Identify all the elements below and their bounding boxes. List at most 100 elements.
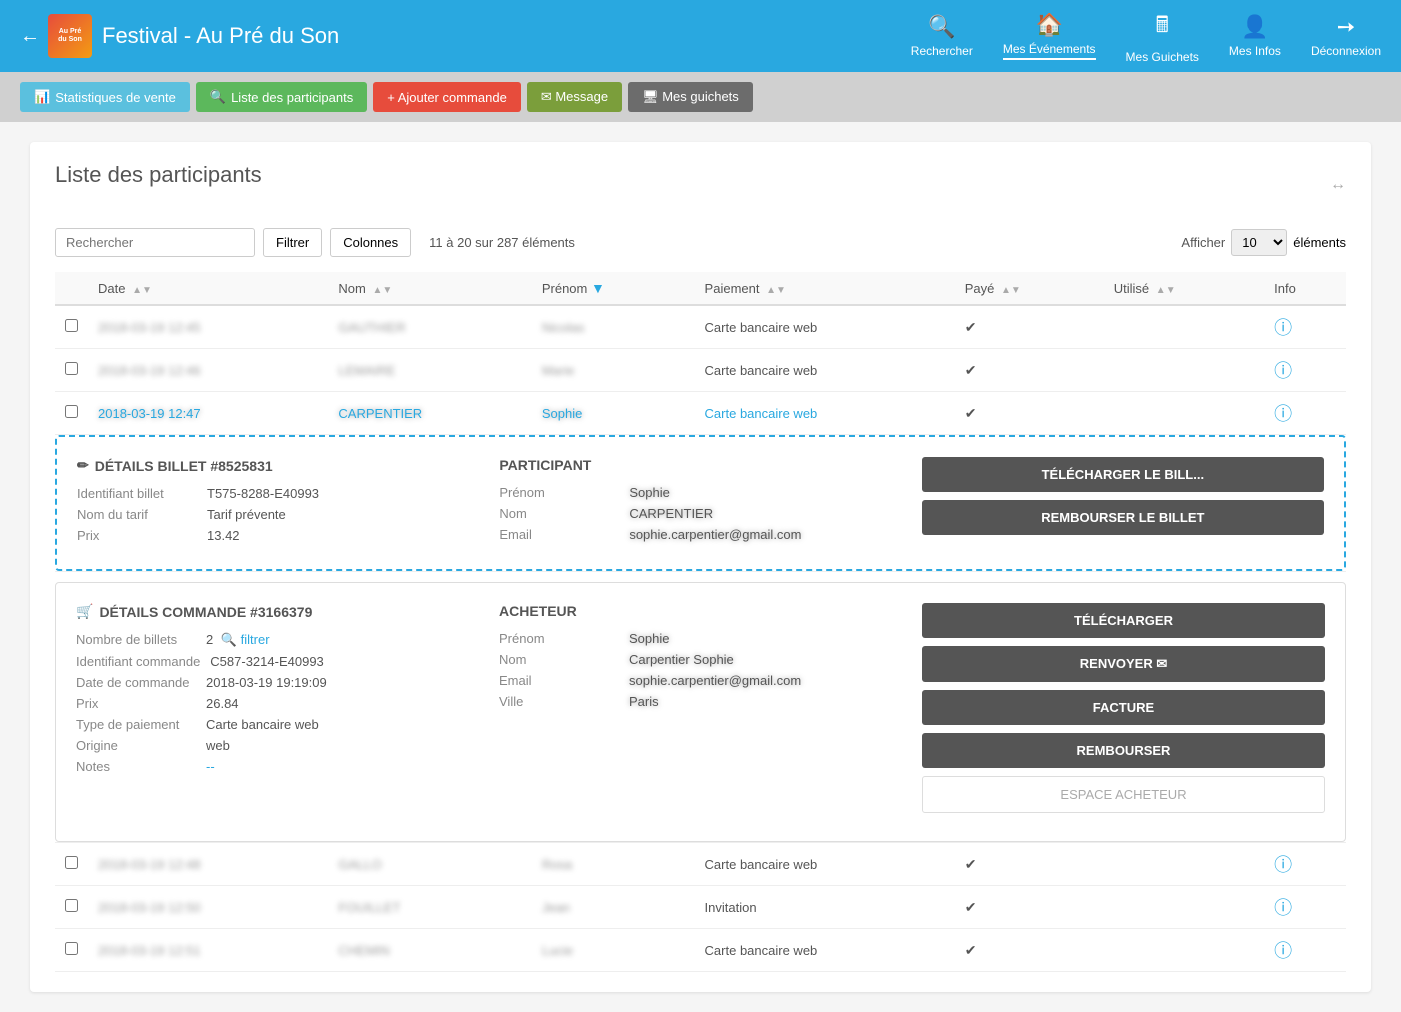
col-prenom[interactable]: Prénom ▼ bbox=[532, 272, 695, 305]
row-paiement: Carte bancaire web bbox=[695, 349, 955, 392]
espace-acheteur-button[interactable]: ESPACE ACHETEUR bbox=[922, 776, 1325, 813]
detail-commande-nbillets: Nombre de billets 2 🔍 filtrer bbox=[76, 632, 479, 648]
detail-billet-buttons-col: TÉLÉCHARGER LE BILL... REMBOURSER LE BIL… bbox=[922, 457, 1324, 549]
display-controls: Afficher 5 10 25 50 100 éléments bbox=[1181, 229, 1346, 256]
nav-rechercher[interactable]: 🔍 Rechercher bbox=[911, 14, 973, 58]
row-utilise bbox=[1104, 843, 1264, 886]
row-paiement[interactable]: Carte bancaire web bbox=[695, 392, 955, 435]
nav-mes-evenements[interactable]: 🏠 Mes Événements bbox=[1003, 12, 1096, 60]
row-nom: GAUTHIER bbox=[328, 305, 531, 349]
display-select[interactable]: 5 10 25 50 100 bbox=[1231, 229, 1287, 256]
row-info[interactable]: ⓘ bbox=[1264, 305, 1346, 349]
info-icon[interactable]: ⓘ bbox=[1274, 318, 1292, 338]
row-checkbox[interactable] bbox=[65, 362, 78, 375]
row-checkbox-cell[interactable] bbox=[55, 392, 88, 435]
sort-prenom-icon[interactable]: ▼ bbox=[591, 280, 605, 296]
detail-commande-date: Date de commande 2018-03-19 19:19:09 bbox=[76, 675, 479, 690]
nav-mes-infos-label: Mes Infos bbox=[1229, 44, 1281, 58]
sort-nom-icon[interactable]: ▲▼ bbox=[372, 285, 392, 296]
main-content: Liste des participants ↔ Filtrer Colonne… bbox=[0, 122, 1401, 1012]
back-button[interactable]: ← bbox=[20, 25, 40, 48]
detail-commande-row: 🛒 DÉTAILS COMMANDE #3166379 Nombre de bi… bbox=[55, 572, 1346, 843]
row-utilise bbox=[1104, 305, 1264, 349]
telecharger-button[interactable]: TÉLÉCHARGER bbox=[922, 603, 1325, 638]
rembourser-billet-button[interactable]: REMBOURSER LE BILLET bbox=[922, 500, 1324, 535]
guichets-button[interactable]: 🖥 Mes guichets bbox=[628, 82, 753, 112]
row-checkbox[interactable] bbox=[65, 856, 78, 869]
row-checkbox-cell[interactable] bbox=[55, 349, 88, 392]
row-checkbox-cell[interactable] bbox=[55, 843, 88, 886]
row-checkbox-cell[interactable] bbox=[55, 929, 88, 972]
user-icon: 👤 bbox=[1241, 14, 1268, 40]
detail-billet-panel: ✏ DÉTAILS BILLET #8525831 Identifiant bi… bbox=[55, 435, 1346, 571]
participants-table: Date ▲▼ Nom ▲▼ Prénom ▼ Paiement ▲▼ bbox=[55, 272, 1346, 972]
row-info[interactable]: ⓘ bbox=[1264, 886, 1346, 929]
info-icon[interactable]: ⓘ bbox=[1274, 898, 1292, 918]
detail-commande-prix: Prix 26.84 bbox=[76, 696, 479, 711]
action-bar: 📊 Statistiques de vente 🔍 Liste des part… bbox=[0, 72, 1401, 122]
expand-icon[interactable]: ↔ bbox=[1330, 176, 1346, 194]
col-utilise[interactable]: Utilisé ▲▼ bbox=[1104, 272, 1264, 305]
row-date: 2018-03-19 12:50 bbox=[88, 886, 328, 929]
col-nom[interactable]: Nom ▲▼ bbox=[328, 272, 531, 305]
detail-field-email: Email sophie.carpentier@gmail.com bbox=[499, 527, 901, 542]
stats-button[interactable]: 📊 Statistiques de vente bbox=[20, 82, 190, 112]
nav-mes-infos[interactable]: 👤 Mes Infos bbox=[1229, 14, 1281, 58]
row-info[interactable]: ⓘ bbox=[1264, 392, 1346, 435]
telecharger-billet-button[interactable]: TÉLÉCHARGER LE BILL... bbox=[922, 457, 1324, 492]
row-checkbox[interactable] bbox=[65, 899, 78, 912]
notes-link[interactable]: -- bbox=[206, 759, 215, 774]
logout-icon: ➙ bbox=[1337, 14, 1355, 40]
rembourser-button[interactable]: REMBOURSER bbox=[922, 733, 1325, 768]
detail-field-prenom: Prénom Sophie bbox=[499, 485, 901, 500]
sort-utilise-icon[interactable]: ▲▼ bbox=[1156, 285, 1176, 296]
detail-field-prix: Prix 13.42 bbox=[77, 528, 479, 543]
row-checkbox[interactable] bbox=[65, 319, 78, 332]
sort-paye-icon[interactable]: ▲▼ bbox=[1001, 285, 1021, 296]
nav-mes-guichets[interactable]: 🖩 Mes Guichets bbox=[1126, 8, 1199, 64]
guichets-icon: 🖩 bbox=[1156, 8, 1169, 46]
row-info[interactable]: ⓘ bbox=[1264, 843, 1346, 886]
row-nom: LEMAIRE bbox=[328, 349, 531, 392]
row-checkbox-cell[interactable] bbox=[55, 305, 88, 349]
row-info[interactable]: ⓘ bbox=[1264, 349, 1346, 392]
participants-button[interactable]: 🔍 Liste des participants bbox=[196, 82, 367, 112]
info-icon[interactable]: ⓘ bbox=[1274, 361, 1292, 381]
sort-date-icon[interactable]: ▲▼ bbox=[132, 285, 152, 296]
display-label: Afficher bbox=[1181, 235, 1225, 250]
row-checkbox[interactable] bbox=[65, 942, 78, 955]
info-icon[interactable]: ⓘ bbox=[1274, 941, 1292, 961]
facture-button[interactable]: FACTURE bbox=[922, 690, 1325, 725]
col-paye[interactable]: Payé ▲▼ bbox=[955, 272, 1104, 305]
col-date[interactable]: Date ▲▼ bbox=[88, 272, 328, 305]
filter-link[interactable]: filtrer bbox=[241, 632, 270, 647]
sort-paiement-icon[interactable]: ▲▼ bbox=[766, 285, 786, 296]
add-order-button[interactable]: + Ajouter commande bbox=[373, 82, 521, 112]
filter-button[interactable]: Filtrer bbox=[263, 228, 322, 257]
message-button[interactable]: ✉ Message bbox=[527, 82, 622, 112]
col-paiement[interactable]: Paiement ▲▼ bbox=[695, 272, 955, 305]
info-icon[interactable]: ⓘ bbox=[1274, 855, 1292, 875]
detail-commande-type-paiement: Type de paiement Carte bancaire web bbox=[76, 717, 479, 732]
row-info[interactable]: ⓘ bbox=[1264, 929, 1346, 972]
search-input[interactable] bbox=[55, 228, 255, 257]
row-paye: ✔ bbox=[955, 843, 1104, 886]
columns-button[interactable]: Colonnes bbox=[330, 228, 411, 257]
table-row: 2018-03-19 12:51 CHEMIN Lucie Carte banc… bbox=[55, 929, 1346, 972]
detail-participant-title: PARTICIPANT bbox=[499, 457, 901, 473]
nav-deconnexion[interactable]: ➙ Déconnexion bbox=[1311, 14, 1381, 58]
table-row: 2018-03-19 12:45 GAUTHIER Nicolas Carte … bbox=[55, 305, 1346, 349]
row-checkbox-cell[interactable] bbox=[55, 886, 88, 929]
search-icon: 🔍 bbox=[928, 14, 955, 40]
row-date: 2018-03-19 12:46 bbox=[88, 349, 328, 392]
info-icon[interactable]: ⓘ bbox=[1274, 404, 1292, 424]
row-paye: ✔ bbox=[955, 392, 1104, 435]
paiement-link[interactable]: Carte bancaire web bbox=[705, 406, 818, 421]
page-info: 11 à 20 sur 287 éléments bbox=[429, 235, 575, 250]
detail-commande-col: 🛒 DÉTAILS COMMANDE #3166379 Nombre de bi… bbox=[76, 603, 479, 821]
renvoyer-button[interactable]: RENVOYER ✉ bbox=[922, 646, 1325, 682]
row-prenom: Marie bbox=[532, 349, 695, 392]
home-icon: 🏠 bbox=[1035, 12, 1062, 38]
row-checkbox[interactable] bbox=[65, 405, 78, 418]
row-prenom: Lucie bbox=[532, 929, 695, 972]
